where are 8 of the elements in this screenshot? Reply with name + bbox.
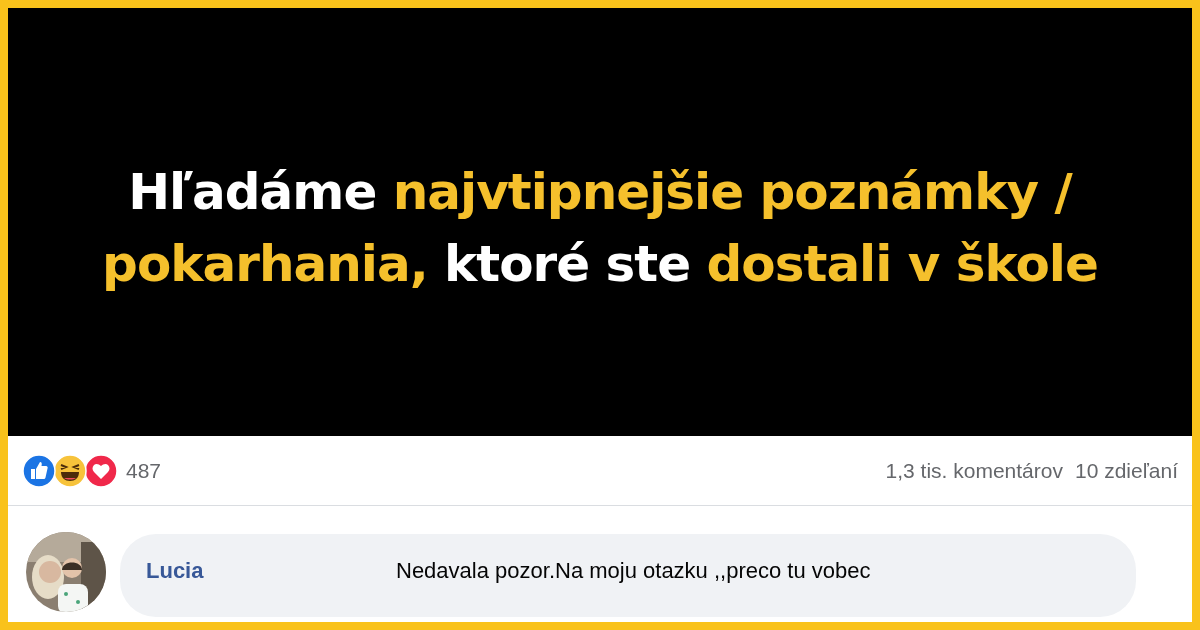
comments-link[interactable]: 1,3 tis. komentárov — [885, 454, 1063, 487]
shares-link[interactable]: 10 zdieľaní — [1074, 454, 1178, 487]
laughing-emoji-icon — [53, 453, 87, 488]
reaction-count[interactable]: 487 — [126, 454, 162, 487]
comment-text: Nedavala pozor.Na moju otazku ,,preco tu vobec — [396, 557, 871, 585]
like-icon — [22, 453, 56, 488]
comment-author[interactable]: Lucia — [146, 554, 396, 587]
banner-headline: Hľadáme najvtipnejšie poznámky / pokarhania, ktoré ste dostali v škole — [102, 162, 1098, 295]
